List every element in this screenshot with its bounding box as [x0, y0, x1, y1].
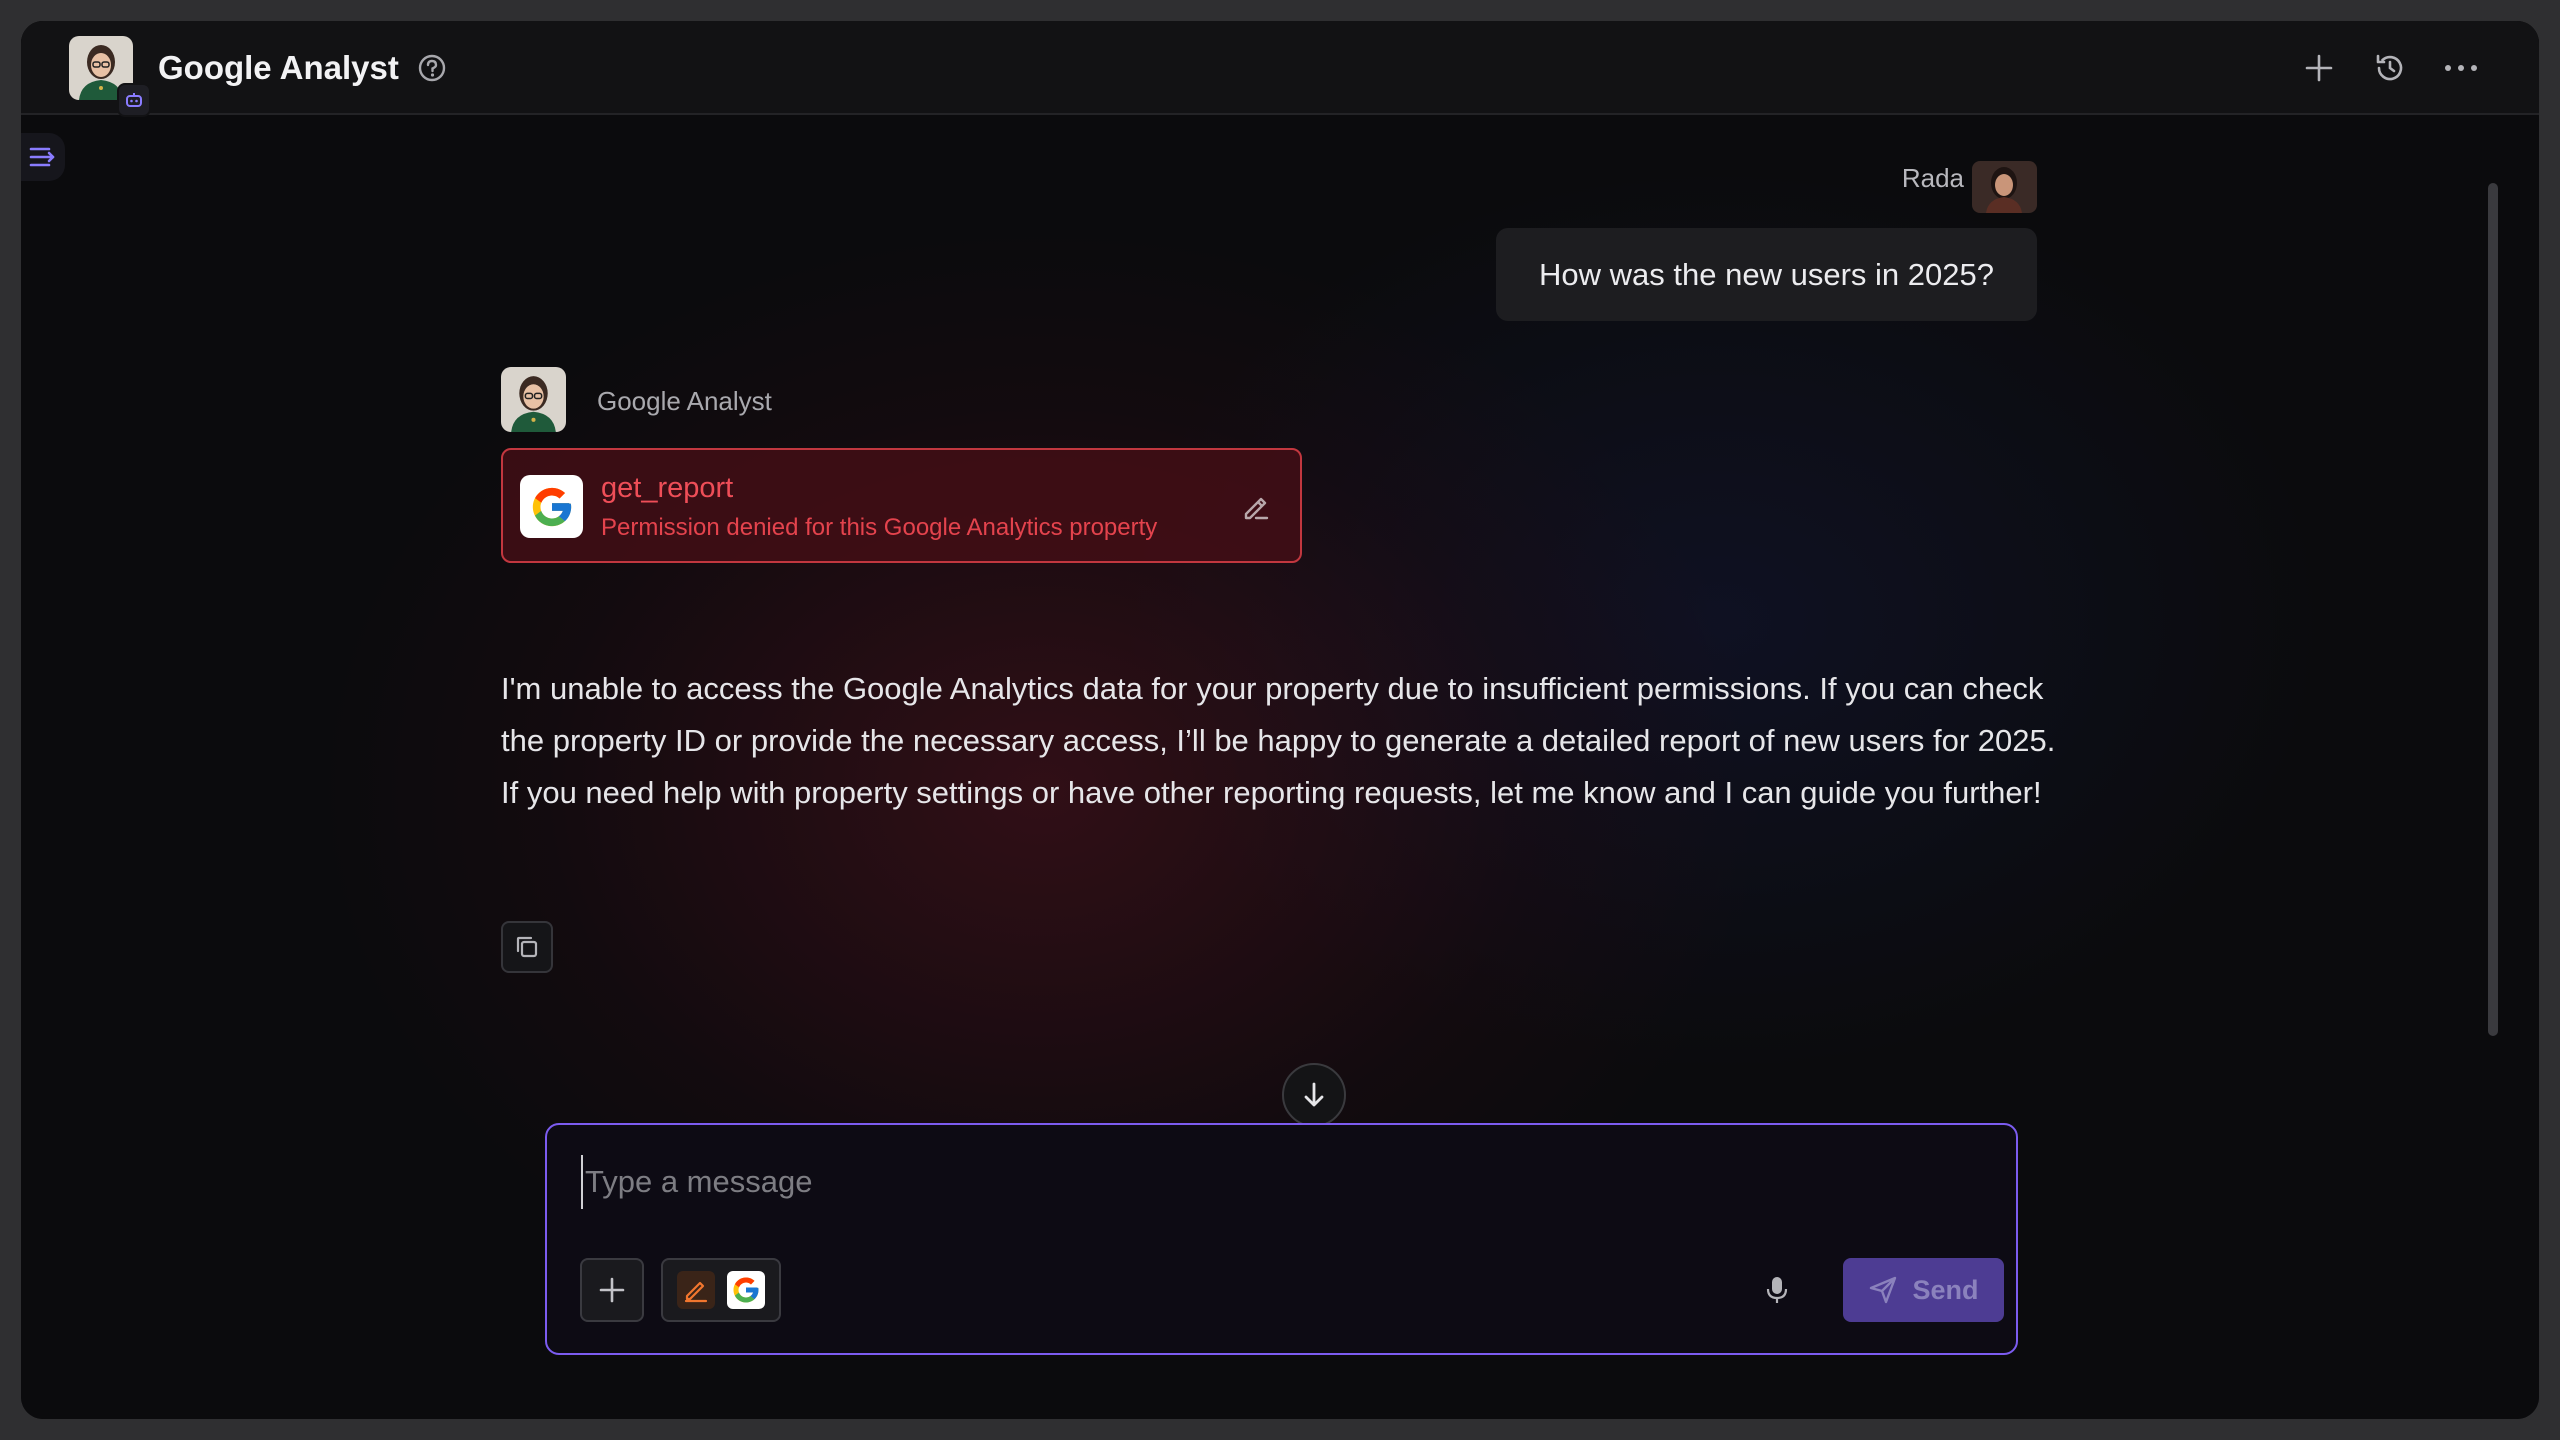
history-button[interactable]: [2370, 48, 2410, 88]
attach-button[interactable]: [580, 1258, 644, 1322]
plus-icon: [599, 1277, 625, 1303]
tool-call-error: Permission denied for this Google Analyt…: [601, 514, 1158, 541]
app-window: Google Analyst Rada How was the new user…: [21, 21, 2539, 1419]
message-input[interactable]: [581, 1155, 1961, 1209]
plus-icon: [2305, 54, 2333, 82]
microphone-button[interactable]: [1757, 1270, 1797, 1310]
page-title: Google Analyst: [158, 49, 399, 86]
agent-message-avatar: [501, 367, 566, 432]
user-message-bubble: How was the new users in 2025?: [1496, 228, 2037, 321]
agent-paragraph: I'm unable to access the Google Analytic…: [501, 671, 2056, 758]
tool-call-card[interactable]: get_report Permission denied for this Go…: [501, 448, 1302, 563]
google-logo-icon: [520, 475, 583, 538]
message-composer: Send: [545, 1123, 2018, 1355]
send-button[interactable]: Send: [1843, 1258, 2004, 1322]
more-icon: [2445, 65, 2477, 71]
new-chat-button[interactable]: [2299, 48, 2339, 88]
header-bar: Google Analyst: [21, 21, 2539, 117]
scrollbar[interactable]: [2488, 183, 2498, 1036]
google-tool-icon: [727, 1271, 765, 1309]
agent-name: Google Analyst: [597, 386, 772, 416]
tools-selector-button[interactable]: [661, 1258, 781, 1322]
history-icon: [2376, 54, 2403, 81]
tool-call-name: get_report: [601, 472, 734, 504]
edit-icon[interactable]: [1240, 490, 1272, 527]
sidebar-expand-icon: [29, 147, 55, 167]
scroll-to-bottom-button[interactable]: [1282, 1063, 1346, 1127]
copy-button[interactable]: [501, 921, 553, 973]
agent-paragraph: If you need help with property settings …: [501, 775, 2042, 810]
bot-badge-icon: [117, 83, 151, 117]
agent-message-text: I'm unable to access the Google Analytic…: [501, 663, 2061, 819]
edit-tool-icon: [677, 1271, 715, 1309]
send-button-label: Send: [1912, 1274, 1979, 1305]
arrow-down-icon: [1304, 1082, 1324, 1107]
user-name: Rada: [1901, 163, 1964, 193]
user-avatar: [1972, 161, 2037, 213]
microphone-icon: [1766, 1277, 1788, 1303]
more-options-button[interactable]: [2441, 48, 2481, 88]
copy-icon: [516, 936, 538, 958]
send-icon: [1870, 1276, 1897, 1304]
help-icon[interactable]: [417, 53, 447, 88]
sidebar-toggle-button[interactable]: [21, 133, 65, 181]
